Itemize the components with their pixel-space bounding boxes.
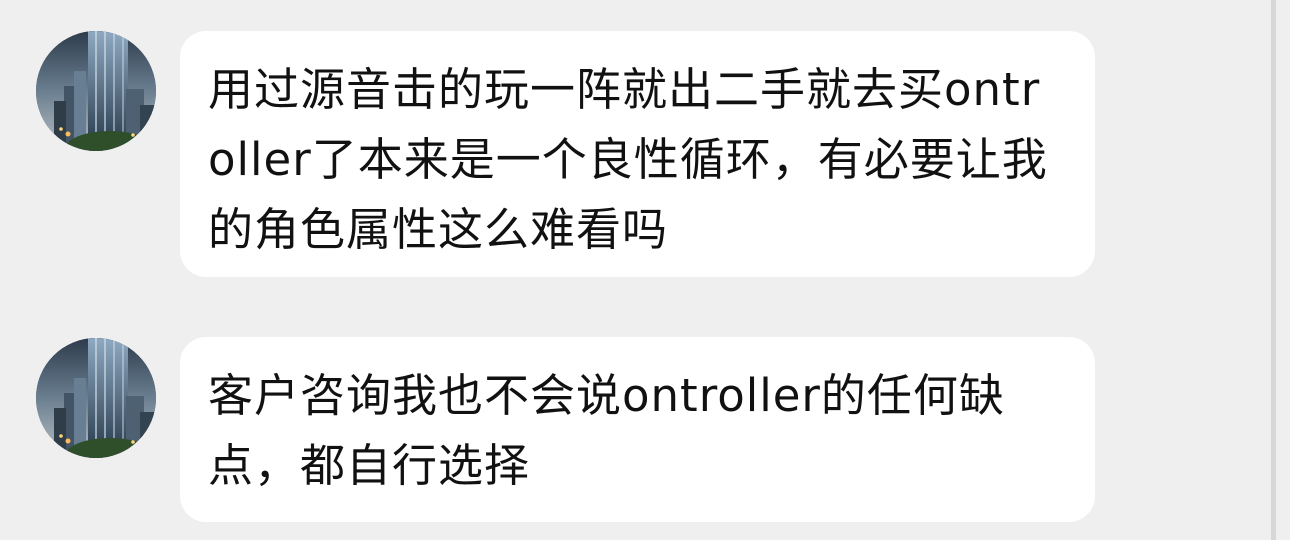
- message-row: 用过源音击的玩一阵就出二手就去买ontroller了本来是一个良性循环，有必要让…: [0, 0, 1260, 300]
- message-bubble[interactable]: 客户咨询我也不会说ontroller的任何缺点，都自行选择: [180, 337, 1095, 522]
- avatar[interactable]: [36, 31, 156, 151]
- avatar[interactable]: [36, 338, 156, 458]
- city-skyline-icon: [36, 31, 156, 151]
- message-bubble[interactable]: 用过源音击的玩一阵就出二手就去买ontroller了本来是一个良性循环，有必要让…: [180, 31, 1095, 277]
- chat-thread: 用过源音击的玩一阵就出二手就去买ontroller了本来是一个良性循环，有必要让…: [0, 0, 1290, 540]
- city-skyline-icon: [36, 338, 156, 458]
- message-text: 客户咨询我也不会说ontroller的任何缺点，都自行选择: [208, 369, 1005, 492]
- message-text: 用过源音击的玩一阵就出二手就去买ontroller了本来是一个良性循环，有必要让…: [208, 63, 1048, 256]
- message-row: 客户咨询我也不会说ontroller的任何缺点，都自行选择: [0, 310, 1260, 540]
- scrollbar[interactable]: [1271, 0, 1276, 540]
